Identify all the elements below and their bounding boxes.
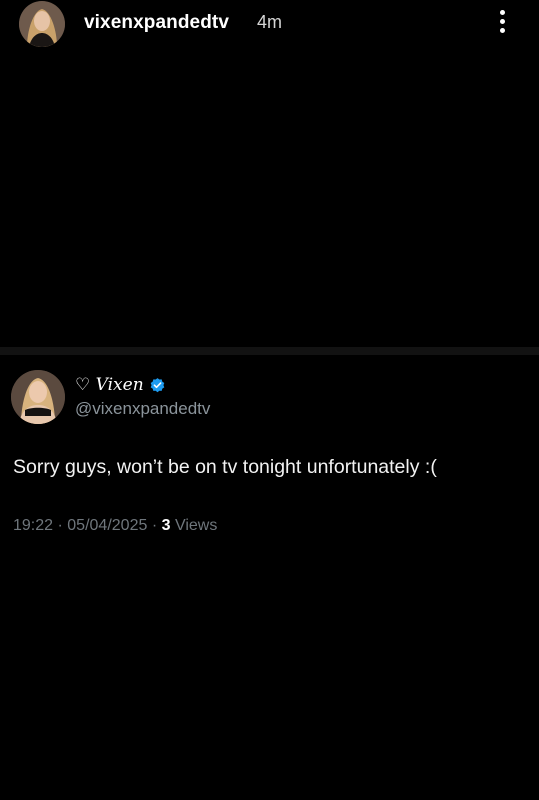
tweet-avatar-image (11, 370, 65, 424)
tweet-text: Sorry guys, won’t be on tv tonight unfor… (13, 456, 437, 478)
tweet-meta: 19:22 · 05/04/2025 · 3 Views (13, 517, 217, 535)
story-avatar-image (19, 1, 65, 47)
tweet-avatar[interactable] (11, 370, 65, 424)
story-time-ago: 4m (257, 12, 283, 32)
section-divider (0, 347, 539, 355)
meta-separator: · (57, 517, 63, 534)
views-count: 3 (161, 517, 171, 534)
story-username[interactable]: vixenxpandedtv (84, 12, 229, 34)
meta-separator: · (151, 517, 158, 534)
tweet-time[interactable]: 19:22 (13, 517, 53, 534)
display-name[interactable]: ♡ Vixen (75, 375, 144, 395)
story-header: vixenxpandedtv 4m (0, 0, 539, 50)
user-handle[interactable]: @vixenxpandedtv (75, 399, 210, 419)
verified-badge-icon (150, 377, 164, 392)
tweet-date[interactable]: 05/04/2025 (67, 517, 147, 534)
display-name-row[interactable]: ♡ Vixen (75, 374, 166, 396)
views-label: Views (174, 517, 218, 534)
story-avatar[interactable] (19, 1, 65, 47)
vertical-dots-icon[interactable] (494, 8, 512, 36)
